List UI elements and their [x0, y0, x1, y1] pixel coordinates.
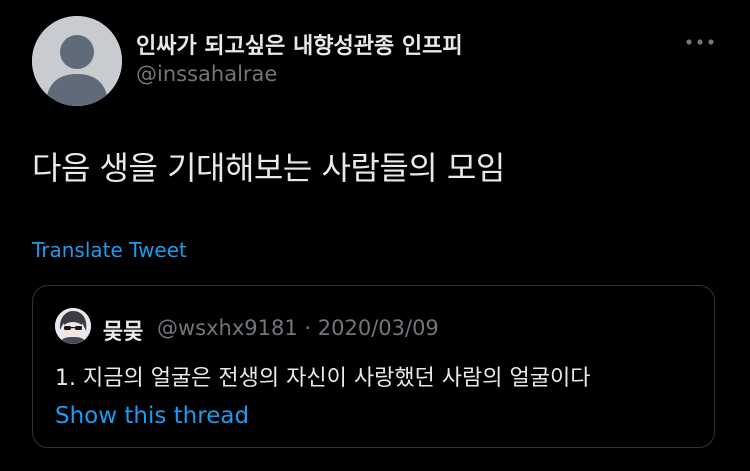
quoted-display-name[interactable]: 뭊뭊 — [103, 314, 143, 346]
show-thread-link[interactable]: Show this thread — [55, 403, 249, 429]
author-display-name[interactable]: 인싸가 되고싶은 내향성관종 인프피 — [136, 28, 463, 60]
quoted-tweet-card[interactable]: 뭊뭊 @wsxhx9181 · 2020/03/09 1. 지금의 얼굴은 전생… — [32, 285, 715, 448]
quoted-handle-date: @wsxhx9181 · 2020/03/09 — [157, 316, 439, 340]
anime-avatar-icon — [55, 308, 91, 344]
author-handle[interactable]: @inssahalrae — [136, 62, 277, 86]
more-horizontal-icon[interactable] — [684, 34, 716, 50]
translate-tweet-link[interactable]: Translate Tweet — [32, 238, 187, 262]
tweet-text: 다음 생을 기대해보는 사람들의 모임 — [32, 149, 505, 187]
quoted-author-avatar[interactable] — [55, 308, 91, 344]
default-profile-icon — [32, 16, 122, 106]
author-avatar[interactable] — [32, 16, 122, 106]
quoted-tweet-text: 1. 지금의 얼굴은 전생의 자신이 사랑했던 사람의 얼굴이다 — [55, 366, 591, 391]
